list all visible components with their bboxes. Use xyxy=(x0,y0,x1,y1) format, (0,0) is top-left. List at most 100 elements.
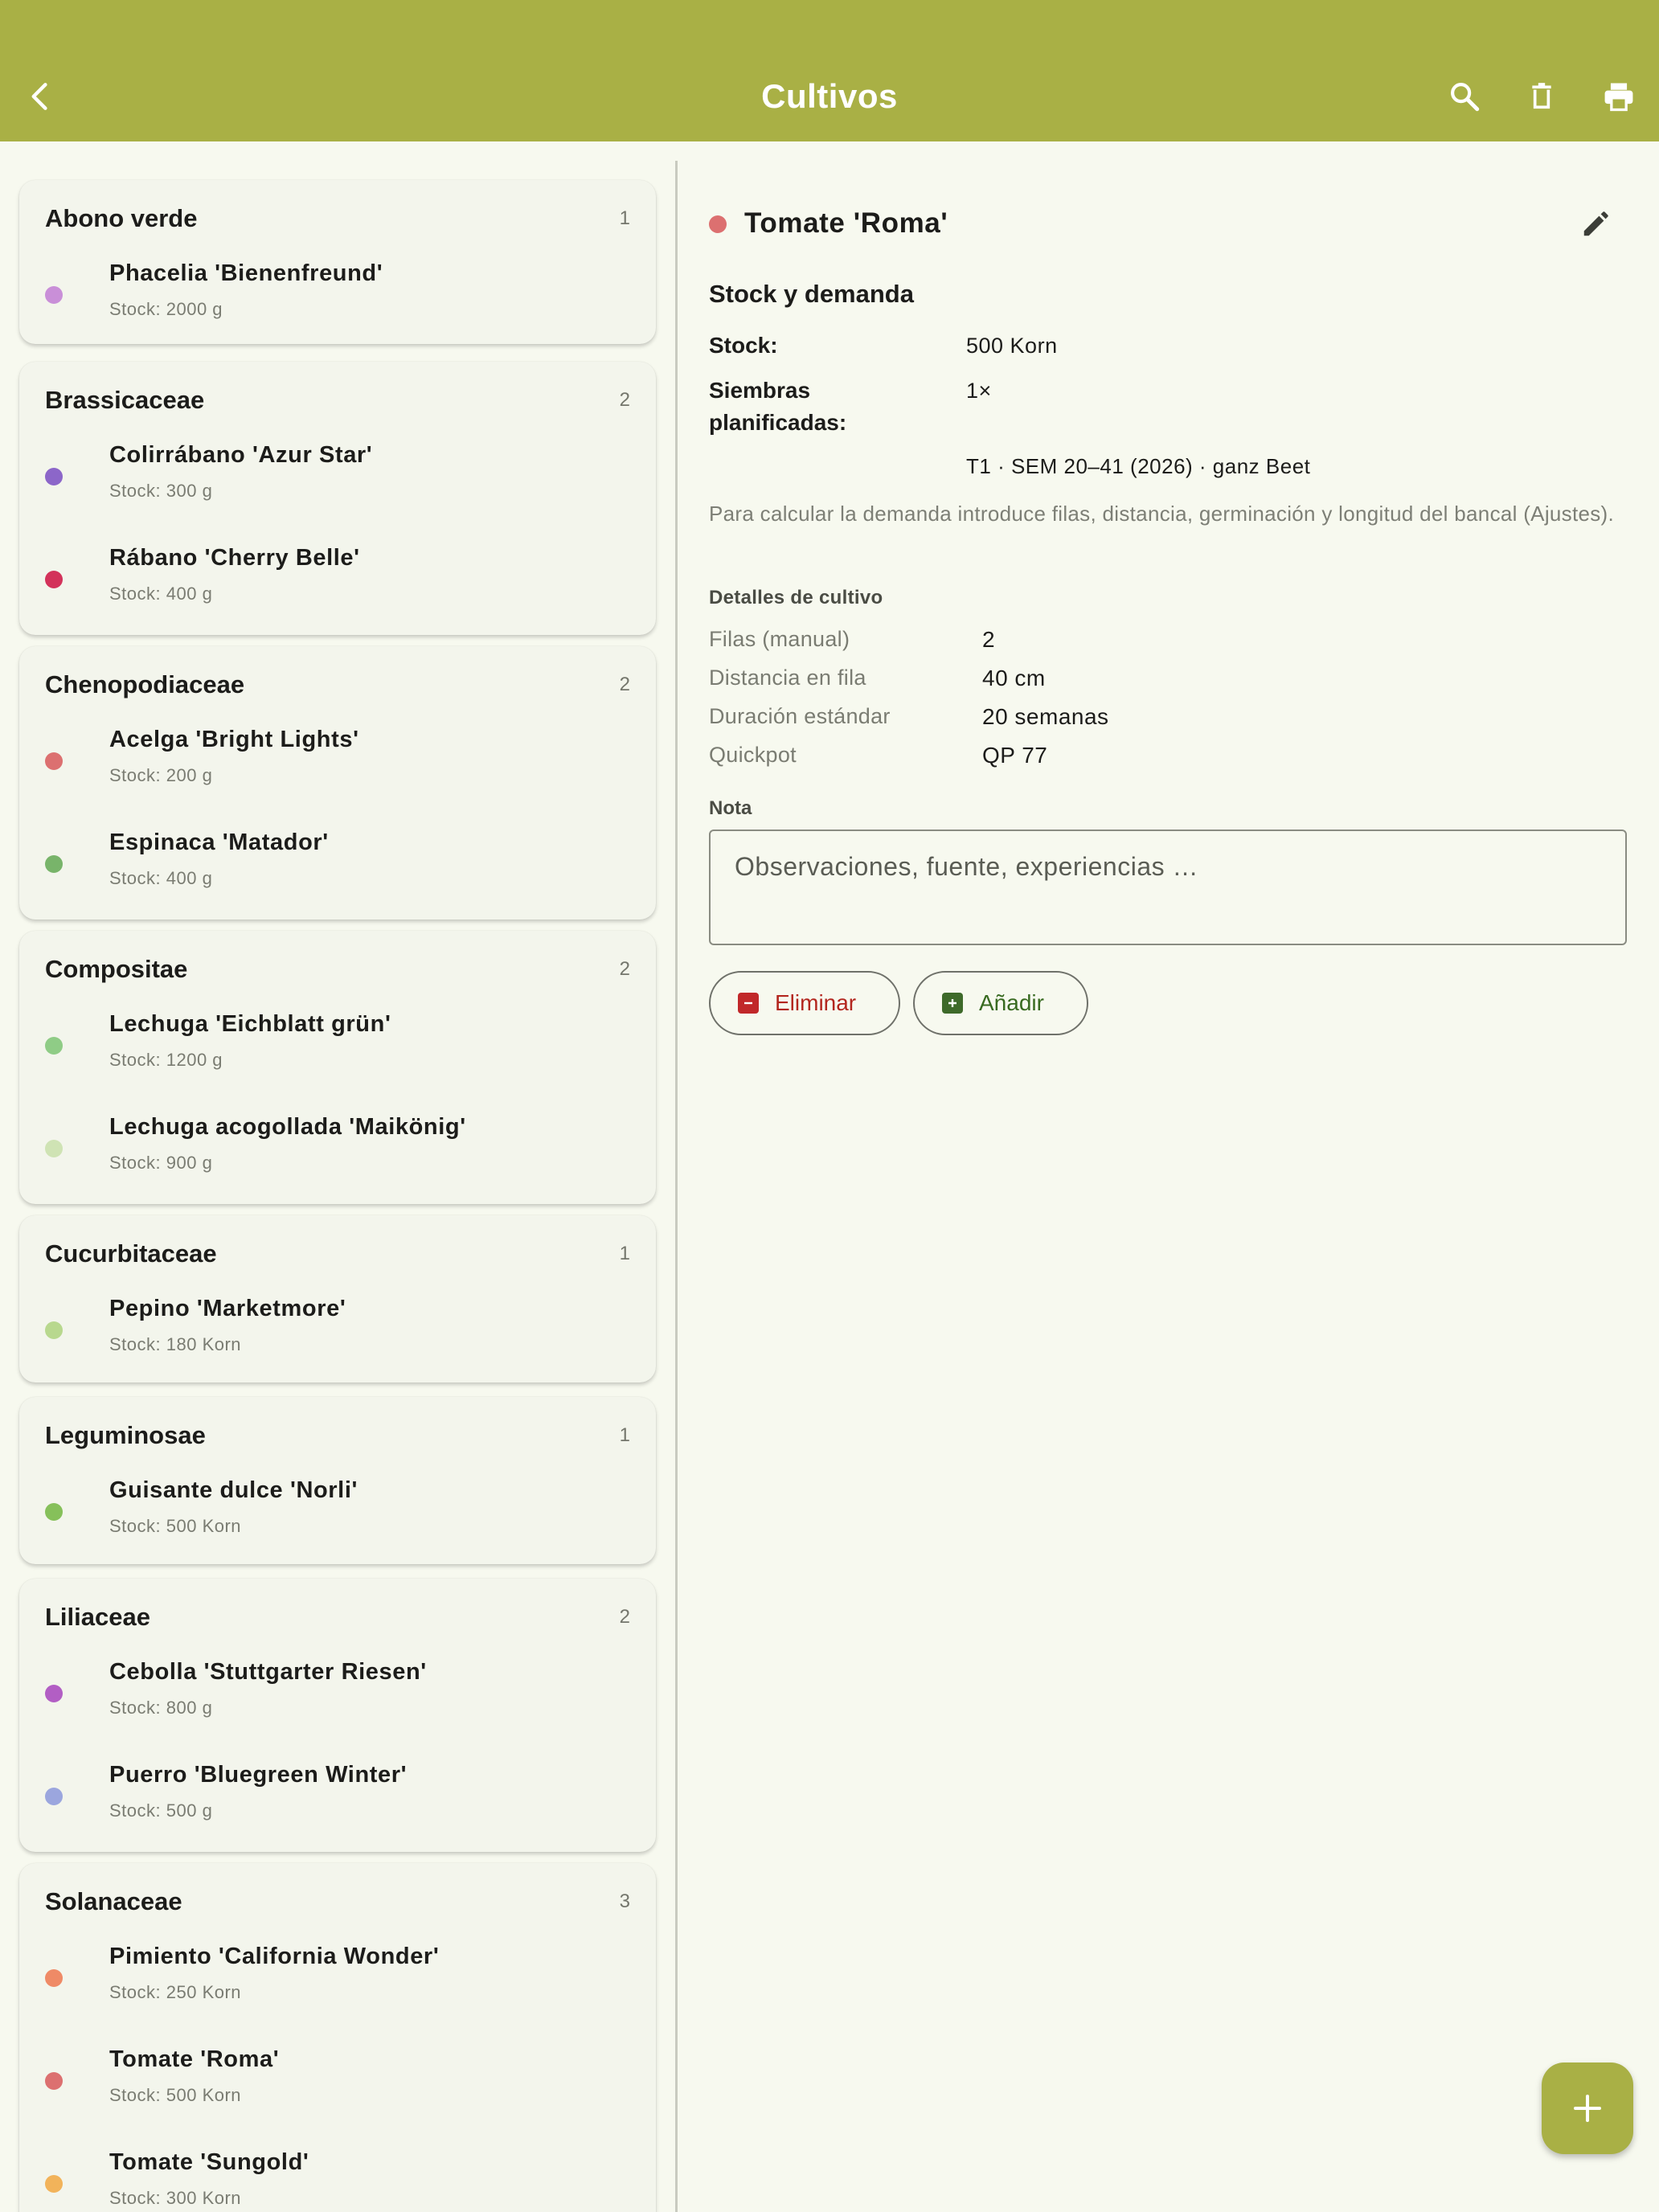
crop-stock: Stock: 1200 g xyxy=(109,1050,223,1070)
crop-stock: Stock: 250 Korn xyxy=(109,1982,242,2002)
add-label: Añadir xyxy=(979,990,1044,1015)
crop-name: Rábano 'Cherry Belle' xyxy=(109,545,360,571)
sowings-label-line2: planificadas: xyxy=(709,410,847,435)
color-dot-icon xyxy=(45,1140,63,1157)
list-item[interactable]: Lechuga acogollada 'Maikönig' Stock: 900… xyxy=(19,1114,656,1202)
crop-stock: Stock: 500 Korn xyxy=(109,1516,242,1536)
group-header: Cucurbitaceae 1 xyxy=(45,1238,630,1270)
color-dot-icon xyxy=(709,215,727,233)
crop-name: Colirrábano 'Azur Star' xyxy=(109,442,373,468)
list-item[interactable]: Tomate 'Roma' Stock: 500 Korn xyxy=(19,2046,656,2135)
group-header: Abono verde 1 xyxy=(45,203,630,235)
group-header: Compositae 2 xyxy=(45,953,630,985)
color-dot-icon xyxy=(45,1321,63,1339)
group-name: Chenopodiaceae xyxy=(45,670,245,698)
print-button[interactable] xyxy=(1595,72,1643,121)
list-item[interactable]: Puerro 'Bluegreen Winter' Stock: 500 g xyxy=(19,1762,656,1850)
crop-stock: Stock: 400 g xyxy=(109,584,213,604)
print-icon xyxy=(1604,83,1633,112)
group-count: 3 xyxy=(619,1890,630,1912)
crop-list[interactable]: Abono verde 1 Phacelia 'Bienenfreund' St… xyxy=(0,141,675,2212)
group-card: Leguminosae 1 Guisante dulce 'Norli' Sto… xyxy=(19,1397,656,1564)
plus-icon xyxy=(1574,2095,1601,2122)
add-button[interactable]: Añadir xyxy=(913,971,1088,1035)
color-dot-icon xyxy=(45,855,63,873)
back-button[interactable] xyxy=(16,72,64,121)
details-title: Detalles de cultivo xyxy=(709,587,883,608)
crop-stock: Stock: 500 Korn xyxy=(109,2085,242,2105)
list-item[interactable]: Espinaca 'Matador' Stock: 400 g xyxy=(19,830,656,918)
list-item[interactable]: Rábano 'Cherry Belle' Stock: 400 g xyxy=(19,545,656,633)
detail-label: Duración estándar xyxy=(709,704,891,728)
detail-value: 40 cm xyxy=(982,666,1046,690)
crop-name: Puerro 'Bluegreen Winter' xyxy=(109,1762,408,1788)
group-card: Brassicaceae 2 Colirrábano 'Azur Star' S… xyxy=(19,362,656,635)
detail-label: Filas (manual) xyxy=(709,627,850,651)
group-name: Compositae xyxy=(45,955,188,983)
group-count: 1 xyxy=(619,1243,630,1264)
search-button[interactable] xyxy=(1440,72,1489,121)
remove-button[interactable]: Eliminar xyxy=(709,971,900,1035)
crop-name: Pimiento 'California Wonder' xyxy=(109,1944,440,1969)
section-title: Stock y demanda xyxy=(709,280,914,308)
demand-hint: Para calcular la demanda introduce filas… xyxy=(709,502,1615,526)
crop-name: Acelga 'Bright Lights' xyxy=(109,727,359,752)
group-name: Abono verde xyxy=(45,204,198,232)
crop-name: Cebolla 'Stuttgarter Riesen' xyxy=(109,1659,427,1685)
group-card: Cucurbitaceae 1 Pepino 'Marketmore' Stoc… xyxy=(19,1215,656,1382)
detail-value: QP 77 xyxy=(982,743,1048,768)
edit-pencil-icon xyxy=(1583,211,1608,236)
crop-stock: Stock: 400 g xyxy=(109,868,213,888)
detail-label: Quickpot xyxy=(709,743,797,767)
list-item[interactable]: Pepino 'Marketmore' Stock: 180 Korn xyxy=(19,1296,656,1384)
detail-value: 20 semanas xyxy=(982,704,1109,729)
color-dot-icon xyxy=(45,571,63,588)
edit-button[interactable] xyxy=(1575,204,1616,244)
group-card: Abono verde 1 Phacelia 'Bienenfreund' St… xyxy=(19,180,656,344)
list-item[interactable]: Cebolla 'Stuttgarter Riesen' Stock: 800 … xyxy=(19,1659,656,1747)
delete-button[interactable] xyxy=(1518,72,1566,121)
list-item[interactable]: Pimiento 'California Wonder' Stock: 250 … xyxy=(19,1944,656,2032)
list-item[interactable]: Tomate 'Sungold' Stock: 300 Korn xyxy=(19,2149,656,2212)
crop-name: Pepino 'Marketmore' xyxy=(109,1296,346,1321)
plus-box-icon xyxy=(942,993,963,1014)
stock-value: 500 Korn xyxy=(966,334,1058,358)
sowing-entry: T1 · SEM 20–41 (2026) · ganz Beet xyxy=(966,454,1311,478)
list-item[interactable]: Guisante dulce 'Norli' Stock: 500 Korn xyxy=(19,1477,656,1566)
remove-label: Eliminar xyxy=(775,990,857,1015)
crop-name: Lechuga 'Eichblatt grün' xyxy=(109,1011,391,1037)
group-count: 1 xyxy=(619,1424,630,1446)
group-name: Brassicaceae xyxy=(45,386,205,414)
detail-value: 2 xyxy=(982,627,996,652)
group-name: Leguminosae xyxy=(45,1421,206,1449)
color-dot-icon xyxy=(45,1037,63,1055)
group-header: Leguminosae 1 xyxy=(45,1419,630,1452)
list-item[interactable]: Lechuga 'Eichblatt grün' Stock: 1200 g xyxy=(19,1011,656,1100)
color-dot-icon xyxy=(45,468,63,485)
group-header: Chenopodiaceae 2 xyxy=(45,669,630,701)
crop-stock: Stock: 2000 g xyxy=(109,299,223,319)
detail-title: Tomate 'Roma' xyxy=(744,207,948,239)
minus-box-icon xyxy=(738,993,759,1014)
group-count: 2 xyxy=(619,389,630,411)
color-dot-icon xyxy=(45,1685,63,1702)
group-header: Brassicaceae 2 xyxy=(45,384,630,416)
color-dot-icon xyxy=(45,2175,63,2193)
note-input[interactable]: Observaciones, fuente, experiencias … xyxy=(709,830,1627,945)
group-card: Liliaceae 2 Cebolla 'Stuttgarter Riesen'… xyxy=(19,1579,656,1852)
crop-name: Espinaca 'Matador' xyxy=(109,830,329,855)
color-dot-icon xyxy=(45,286,63,304)
sowings-label: Siembras xyxy=(709,378,811,403)
crop-stock: Stock: 300 Korn xyxy=(109,2188,242,2208)
add-crop-fab[interactable] xyxy=(1542,2062,1633,2154)
color-dot-icon xyxy=(45,2072,63,2090)
list-item[interactable]: Colirrábano 'Azur Star' Stock: 300 g xyxy=(19,442,656,530)
pane-divider xyxy=(675,161,678,2212)
crop-name: Tomate 'Sungold' xyxy=(109,2149,309,2175)
color-dot-icon xyxy=(45,752,63,770)
back-arrow-icon xyxy=(31,83,47,110)
list-item[interactable]: Acelga 'Bright Lights' Stock: 200 g xyxy=(19,727,656,815)
crop-name: Guisante dulce 'Norli' xyxy=(109,1477,358,1503)
crop-name: Phacelia 'Bienenfreund' xyxy=(109,260,383,286)
list-item[interactable]: Phacelia 'Bienenfreund' Stock: 2000 g xyxy=(19,260,656,349)
